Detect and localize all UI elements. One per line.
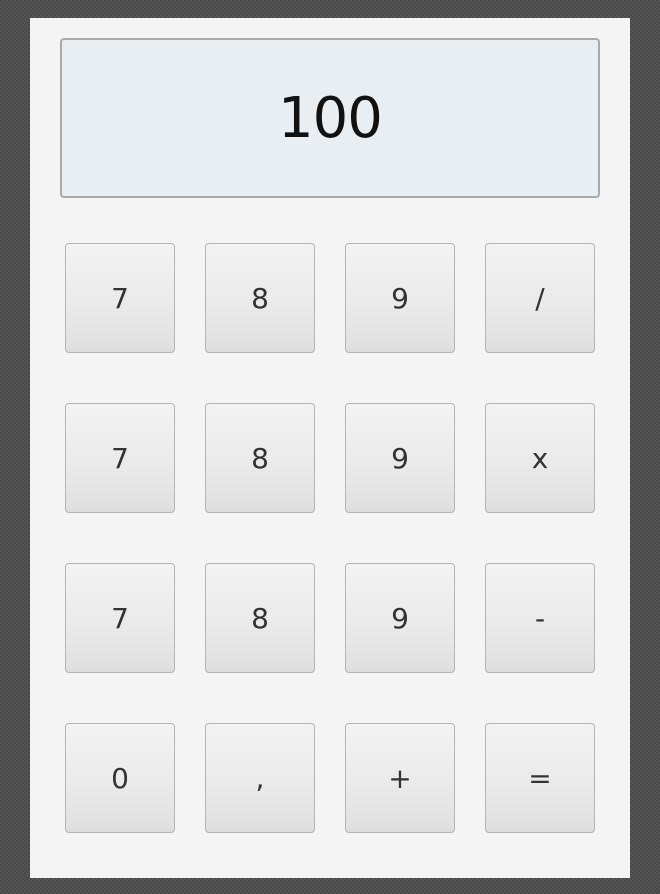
key-divide[interactable]: /	[485, 243, 595, 353]
key-equals[interactable]: =	[485, 723, 595, 833]
key-8[interactable]: 8	[205, 243, 315, 353]
key-0[interactable]: 0	[65, 723, 175, 833]
calculator-display: 100	[60, 38, 600, 198]
key-9[interactable]: 9	[345, 243, 455, 353]
key-7[interactable]: 7	[65, 403, 175, 513]
display-value: 100	[278, 85, 383, 151]
key-7[interactable]: 7	[65, 243, 175, 353]
key-9[interactable]: 9	[345, 403, 455, 513]
key-8[interactable]: 8	[205, 403, 315, 513]
keypad: 7 8 9 / 7 8 9 x 7 8 9 - 0 , + =	[65, 243, 595, 833]
key-multiply[interactable]: x	[485, 403, 595, 513]
key-9[interactable]: 9	[345, 563, 455, 673]
key-add[interactable]: +	[345, 723, 455, 833]
key-7[interactable]: 7	[65, 563, 175, 673]
key-decimal[interactable]: ,	[205, 723, 315, 833]
calculator-panel: 100 7 8 9 / 7 8 9 x 7 8 9 - 0 , + =	[30, 18, 630, 878]
key-8[interactable]: 8	[205, 563, 315, 673]
key-subtract[interactable]: -	[485, 563, 595, 673]
